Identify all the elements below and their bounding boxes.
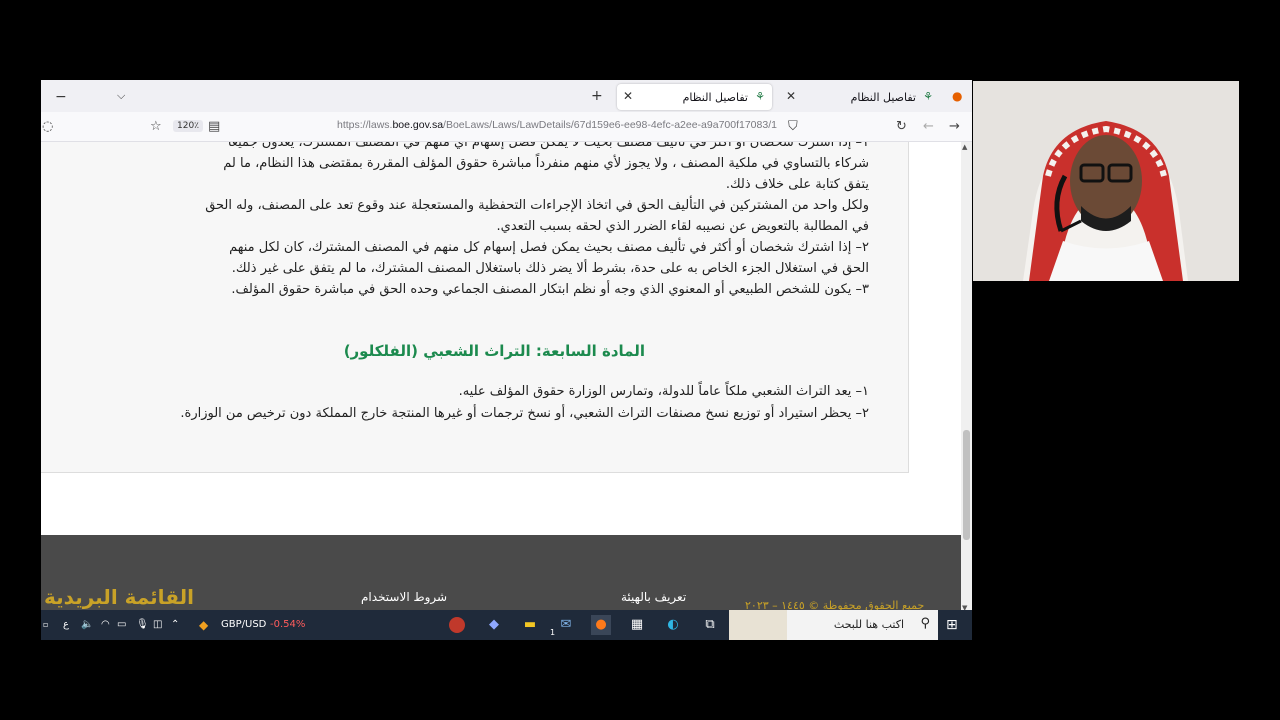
wifi-icon[interactable]: ◠ [101, 618, 110, 632]
windows-start-icon[interactable]: ⊞ [946, 617, 958, 633]
tab-inactive[interactable]: ⚘ تفاصيل النظام ✕ [780, 84, 940, 110]
tab-strip: − ⌵ + ⚘ تفاصيل النظام ✕ ⚘ تفاصيل النظام … [41, 80, 972, 112]
ticker-symbol[interactable]: GBP/USD [221, 618, 266, 632]
site-footer: القائمة البريدية شروط الاستخدام تعريف با… [41, 535, 961, 615]
record-app-icon[interactable] [449, 617, 465, 633]
browser-window: − ⌵ + ⚘ تفاصيل النظام ✕ ⚘ تفاصيل النظام … [41, 80, 972, 640]
paragraph-line: ٢– إذا اشترك شخصان أو أكثر في تأليف مصنف… [229, 240, 869, 255]
ticker-change: -0.54% [270, 619, 306, 630]
footer-link-terms[interactable]: شروط الاستخدام [361, 590, 447, 604]
file-explorer-icon[interactable]: ▬ [520, 615, 540, 635]
presenter-video [973, 81, 1239, 281]
footer-link-about[interactable]: تعريف بالهيئة [621, 590, 686, 604]
task-view-icon[interactable]: ⧉ [700, 615, 720, 635]
store-app-icon[interactable]: ▦ [627, 615, 647, 635]
back-icon[interactable]: → [949, 119, 960, 135]
show-hidden-icons-icon[interactable]: ⌃ [171, 618, 179, 632]
pocket-icon[interactable]: ◌ [42, 119, 53, 135]
site-favicon-icon: ⚘ [923, 90, 933, 103]
webcam-overlay [973, 81, 1239, 281]
mail-app-icon[interactable]: ✉ 1 [550, 615, 576, 637]
paragraph-line: شركاء بالتساوي في ملكية المصنف ، ولا يجو… [223, 156, 869, 171]
paragraph-line: ١– إذا اشترك شخصان أو أكثر في تأليف مصنف… [227, 142, 869, 150]
paragraph-line: في المطالبة بالتعويض عن نصيبه لقاء الضرر… [496, 219, 869, 234]
paragraph-line: يتفق كتابة على خلاف ذلك. [725, 177, 869, 192]
camera-icon[interactable]: ◫ [153, 618, 162, 632]
tab-list-chevron-icon[interactable]: ⌵ [117, 88, 125, 104]
windows-taskbar: ▫ ع 🔈 ◠ ▭ 🎙 ◫ ⌃ ◆ GBP/USD -0.54% ◆ ▬ ✉ 1 … [41, 610, 972, 640]
law-article: ١– إذا اشترك شخصان أو أكثر في تأليف مصنف… [41, 142, 909, 473]
scrollbar[interactable]: ▲ ▼ [961, 142, 972, 615]
copilot-app-icon[interactable]: ◆ [484, 615, 504, 635]
zoom-level[interactable]: 120٪ [173, 120, 204, 132]
tab-title: تفاصيل النظام [850, 90, 916, 104]
language-indicator[interactable]: ع [63, 618, 69, 632]
new-tab-button[interactable]: + [591, 88, 603, 104]
scroll-up-icon[interactable]: ▲ [962, 143, 967, 151]
search-highlight-image [729, 610, 787, 640]
forward-icon[interactable]: ← [923, 119, 934, 135]
notification-icon[interactable]: ▫ [43, 618, 48, 632]
close-tab-icon[interactable]: ✕ [786, 89, 796, 103]
paragraph-line: ولكل واحد من المشتركين في التأليف الحق ف… [205, 198, 869, 213]
search-placeholder: اكتب هنا للبحث [833, 618, 904, 631]
taskbar-search[interactable]: اكتب هنا للبحث ⚲ [787, 610, 938, 640]
close-tab-icon[interactable]: ✕ [623, 89, 633, 103]
battery-icon[interactable]: ▭ [117, 618, 126, 632]
footer-newsletter-title: القائمة البريدية [44, 585, 194, 609]
paragraph-line: ٢– يحظر استيراد أو توزيع نسخ مصنفات التر… [180, 406, 869, 421]
reload-icon[interactable]: ↻ [896, 119, 907, 135]
paragraph-line: الحق في استغلال الجزء الخاص به على حدة، … [231, 261, 869, 276]
minimize-icon[interactable]: − [55, 89, 67, 105]
search-icon: ⚲ [920, 616, 930, 631]
microphone-icon[interactable]: 🎙 [136, 618, 149, 632]
shield-icon[interactable]: ⛉ [788, 119, 798, 135]
navigation-bar: ◌ ☆ 120٪ ▤ https://laws.boe.gov.sa/BoeLa… [41, 112, 972, 142]
scrollbar-thumb[interactable] [963, 430, 970, 540]
bookmark-star-icon[interactable]: ☆ [150, 119, 162, 135]
reader-view-icon[interactable]: ▤ [208, 119, 220, 135]
article-heading: المادة السابعة: التراث الشعبي (الفلكلور) [343, 342, 645, 360]
edge-app-icon[interactable]: ◐ [663, 615, 683, 635]
url-field[interactable]: https://laws.boe.gov.sa/BoeLaws/Laws/Law… [337, 119, 777, 131]
ticker-icon: ◆ [199, 618, 209, 632]
tab-active[interactable]: ⚘ تفاصيل النظام ✕ [617, 84, 772, 110]
site-favicon-icon: ⚘ [755, 90, 765, 103]
tab-title: تفاصيل النظام [682, 90, 748, 104]
paragraph-line: ٣– يكون للشخص الطبيعي أو المعنوي الذي وج… [231, 282, 869, 297]
speaker-icon[interactable]: 🔈 [81, 618, 93, 632]
paragraph-line: ١– يعد التراث الشعبي ملكاً عاماً للدولة،… [458, 384, 869, 399]
firefox-view-icon[interactable]: ● [952, 88, 962, 104]
firefox-app-icon[interactable]: ● [591, 615, 611, 635]
